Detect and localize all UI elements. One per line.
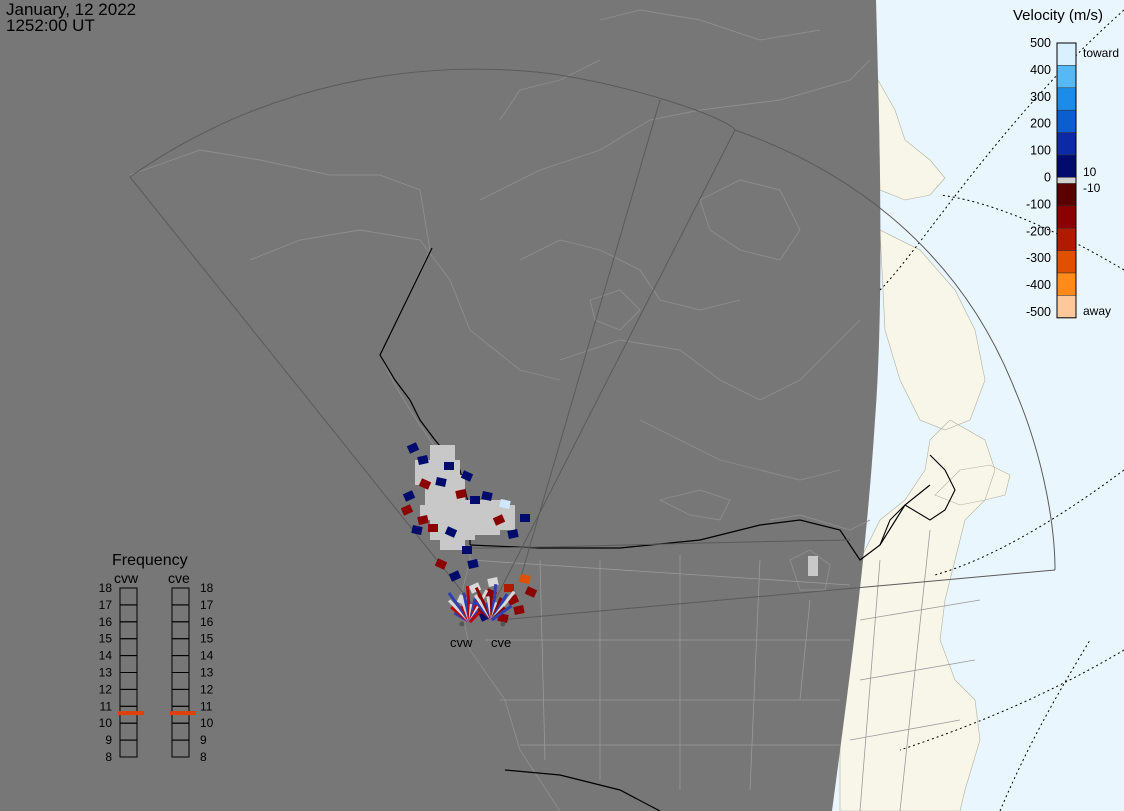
colorbar-segment	[1056, 272, 1077, 296]
colorbar-tick: 200	[1030, 117, 1051, 131]
velocity-cell	[470, 496, 480, 504]
radar-site-cve	[500, 621, 506, 627]
colorbar-tick: 0	[1044, 171, 1051, 185]
frequency-tick-right: 13	[200, 666, 214, 680]
frequency-title: Frequency	[112, 552, 188, 569]
colorbar-zero-band	[1056, 177, 1077, 184]
colorbar-tick: 500	[1030, 36, 1051, 50]
colorbar-segment	[1056, 295, 1077, 319]
colorbar-tick: -500	[1026, 305, 1051, 319]
frequency-tick-right: 16	[200, 615, 214, 629]
frequency-tick-right: 18	[200, 581, 214, 595]
colorbar-segment	[1056, 132, 1077, 156]
frequency-tick-left: 11	[100, 699, 113, 713]
frequency-tick-right: 12	[200, 682, 214, 696]
frequency-tick-right: 15	[200, 632, 214, 646]
frequency-tick-left: 9	[105, 733, 112, 747]
colorbar-toward-label: toward	[1083, 46, 1119, 60]
time-label: 1252:00 UT	[6, 16, 95, 35]
colorbar-tick: 100	[1030, 144, 1051, 158]
colorbar-segment	[1056, 65, 1077, 89]
colorbar-segment	[1056, 205, 1077, 229]
frequency-tick-left: 17	[99, 598, 113, 612]
frequency-tick-left: 12	[99, 682, 113, 696]
colorbar-tick: 300	[1030, 90, 1051, 104]
frequency-tick-right: 10	[200, 716, 214, 730]
map-plot: cvw cve Velocity (m/s) 500 400 300 200 100 0 -10…	[0, 0, 1124, 811]
ground-scatter-cell	[808, 556, 818, 576]
colorbar-segment	[1056, 87, 1077, 111]
frequency-marker-cvw	[118, 711, 144, 716]
frequency-tick-right: 9	[200, 733, 207, 747]
frequency-tick-left: 15	[99, 632, 113, 646]
frequency-radar-label: cve	[168, 570, 190, 586]
frequency-tick-right: 14	[200, 649, 214, 663]
colorbar-away-label: away	[1083, 304, 1111, 318]
frequency-tick-left: 16	[99, 615, 113, 629]
frequency-tick-right: 8	[200, 750, 207, 764]
colorbar-tick: -100	[1026, 197, 1051, 211]
frequency-tick-left: 14	[99, 649, 113, 663]
velocity-cell	[444, 462, 454, 470]
frequency-tick-right: 11	[200, 699, 213, 713]
radar-site-cvw	[459, 621, 465, 627]
frequency-tick-left: 13	[99, 666, 113, 680]
colorbar-segment	[1056, 109, 1077, 133]
velocity-cell	[504, 584, 514, 592]
colorbar-segment	[1056, 42, 1077, 66]
colorbar-segment	[1056, 154, 1077, 178]
velocity-cell	[428, 524, 438, 532]
colorbar-tick: -200	[1026, 224, 1051, 238]
colorbar-tick: -400	[1026, 278, 1051, 292]
colorbar-tick: -300	[1026, 251, 1051, 265]
timestamp-header: January, 12 2022 1252:00 UT	[6, 1, 136, 35]
frequency-tick-left: 8	[105, 750, 112, 764]
frequency-tick-right: 17	[200, 598, 214, 612]
radar-label-cve: cve	[491, 635, 511, 650]
colorbar-segment	[1056, 250, 1077, 274]
colorbar-pos10-label: 10	[1083, 165, 1097, 179]
colorbar-title: Velocity (m/s)	[1013, 7, 1103, 24]
velocity-cell	[462, 546, 472, 554]
frequency-radar-label: cvw	[114, 570, 139, 586]
frequency-tick-left: 18	[99, 581, 113, 595]
frequency-marker-cve	[170, 711, 196, 716]
colorbar-neg10-label: -10	[1083, 181, 1101, 195]
colorbar-tick: 400	[1030, 63, 1051, 77]
frequency-tick-left: 10	[99, 716, 113, 730]
velocity-cell	[520, 514, 530, 522]
radar-label-cvw: cvw	[450, 635, 473, 650]
colorbar-segment	[1056, 183, 1077, 207]
colorbar-segment	[1056, 227, 1077, 251]
